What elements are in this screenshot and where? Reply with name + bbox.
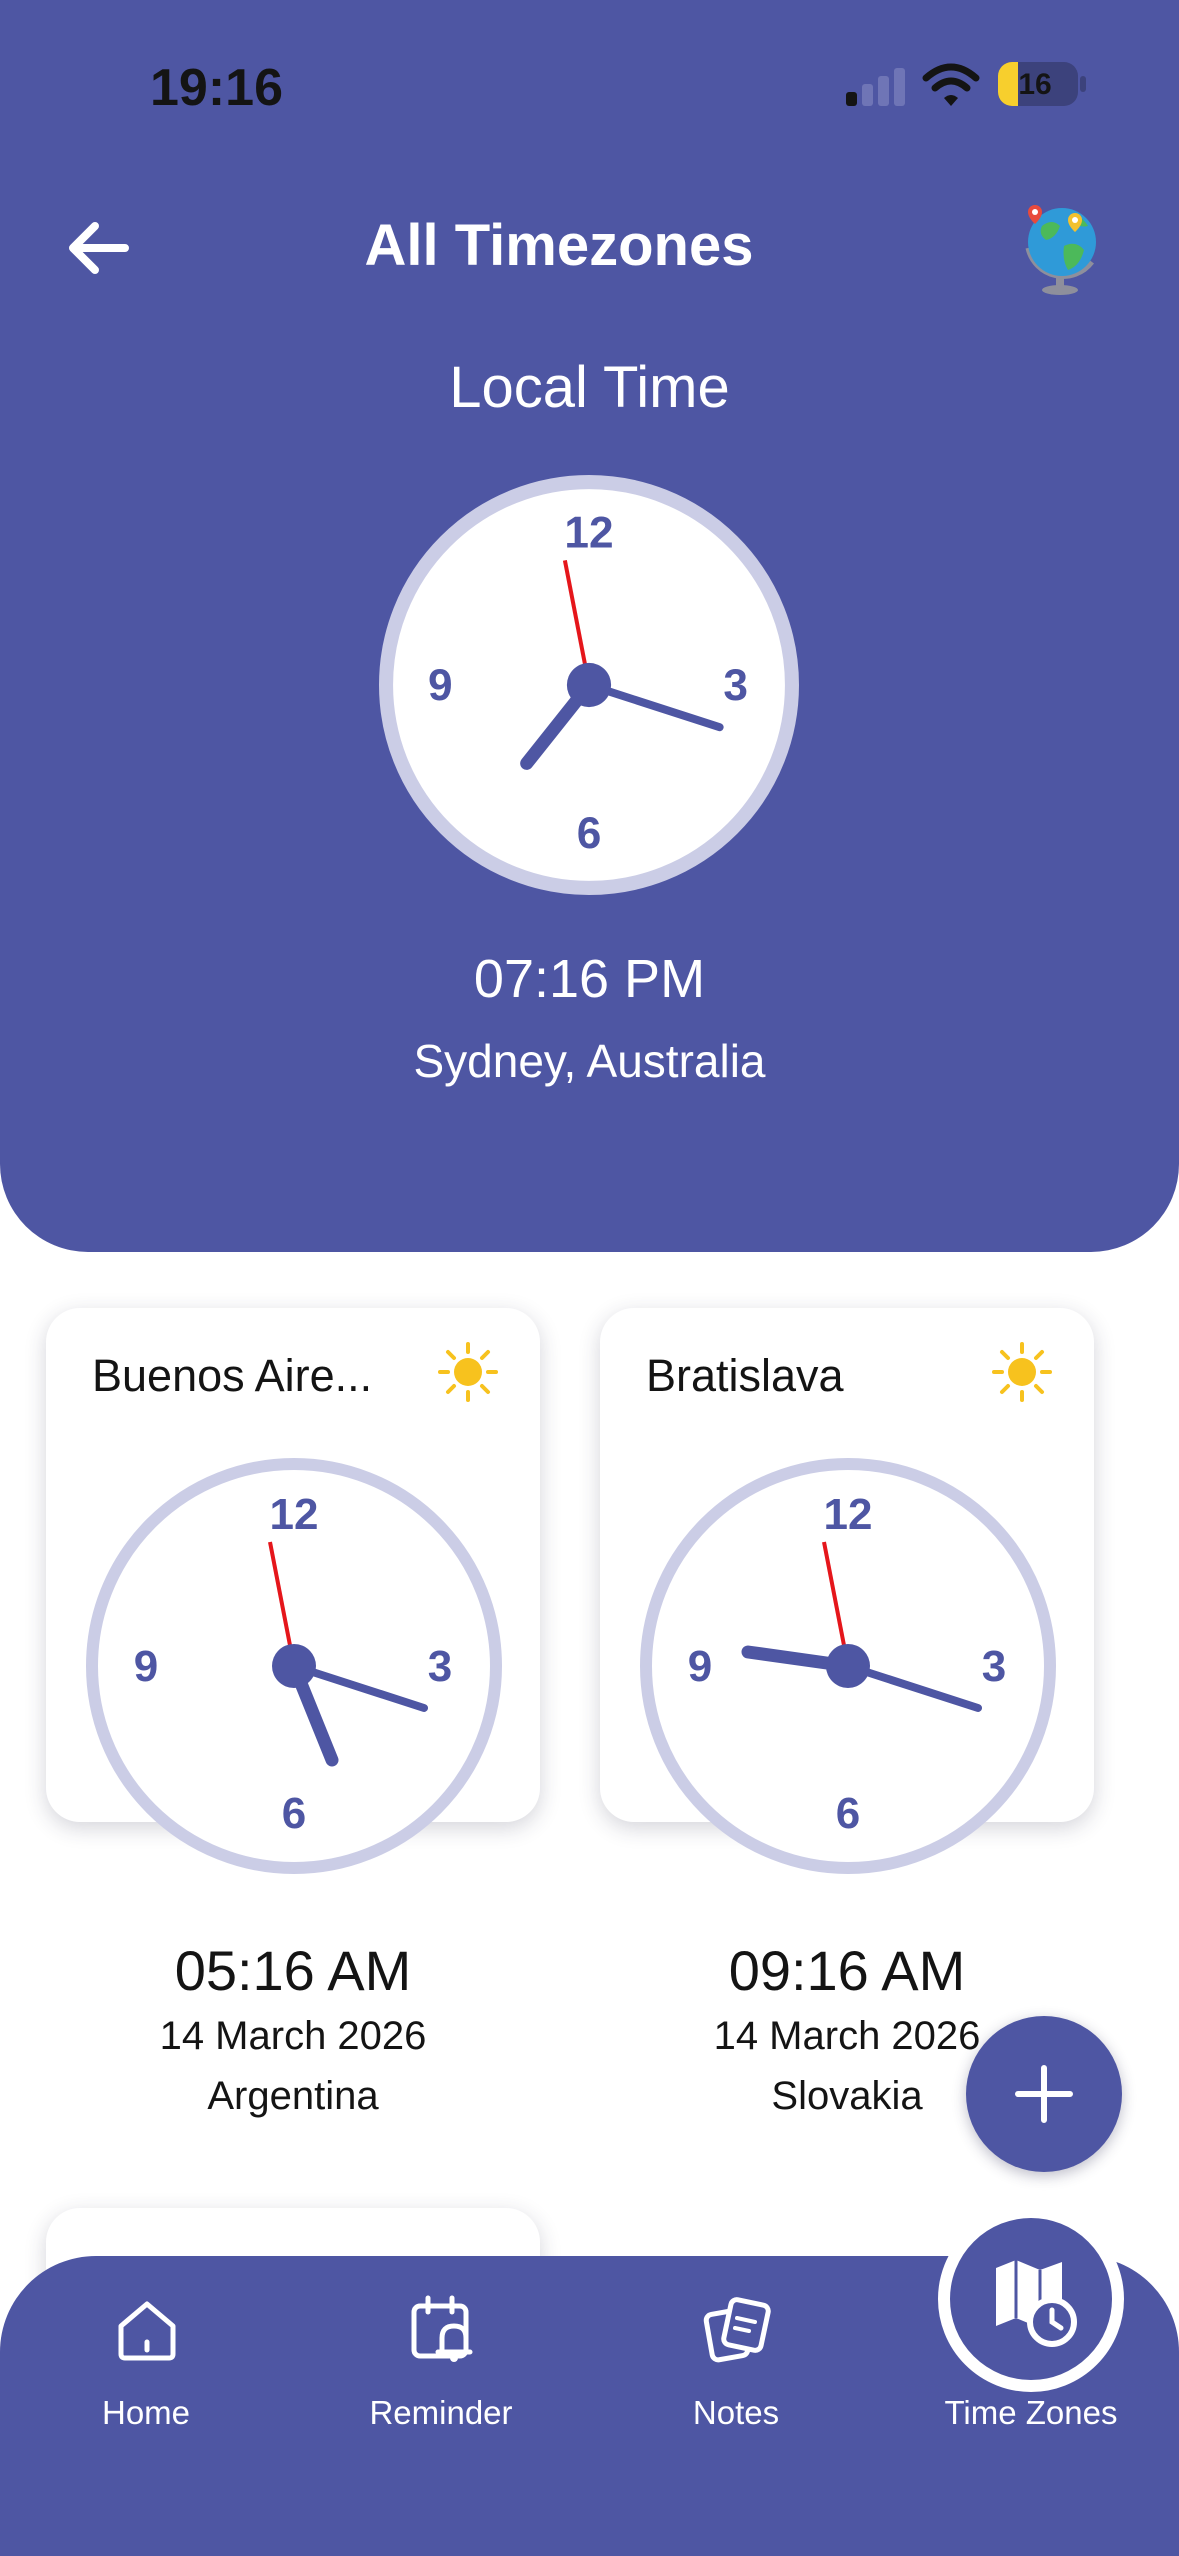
card-time: 05:16 AM <box>174 1939 412 2002</box>
clock-number-6: 6 <box>282 1789 306 1838</box>
battery-indicator: 16 <box>998 62 1078 106</box>
local-analog-clock: 12 3 6 9 <box>379 475 799 895</box>
globe-icon <box>1025 205 1096 295</box>
card-time: 09:16 AM <box>728 1939 966 2002</box>
clock-number-12: 12 <box>824 1490 873 1539</box>
nav-time-zones[interactable]: Time Zones <box>916 2294 1146 2444</box>
notes-icon <box>703 2297 771 2363</box>
clock-number-3: 3 <box>428 1642 452 1691</box>
sun-icon <box>438 1342 498 1402</box>
sun-icon <box>992 1342 1052 1402</box>
clock-number-12: 12 <box>564 508 613 557</box>
timezones-screen: 19:16 16 All Timezones Local Time 12 3 6… <box>0 0 1179 2556</box>
clock-number-3: 3 <box>723 661 748 710</box>
nav-label: Home <box>101 2394 191 2431</box>
plus-icon <box>1015 2065 1073 2123</box>
card-analog-clock: 12 3 6 9 <box>86 1458 502 1874</box>
card-date: 14 March 2026 <box>159 2014 427 2058</box>
clock-number-6: 6 <box>577 809 602 858</box>
nav-notes[interactable]: Notes <box>621 2294 851 2444</box>
local-time-label: Local Time <box>449 355 730 420</box>
wifi-icon <box>922 63 980 106</box>
clock-number-12: 12 <box>270 1490 319 1539</box>
globe-button[interactable] <box>1006 190 1116 300</box>
battery-tip <box>1080 76 1086 92</box>
cellular-signal-icon <box>846 66 908 106</box>
local-digital-time: 07:16 PM <box>473 949 706 1009</box>
nav-label: Reminder <box>369 2394 513 2431</box>
nav-label: Time Zones <box>944 2394 1118 2431</box>
clock-center <box>826 1644 870 1688</box>
status-time: 19:16 <box>150 59 283 117</box>
battery-percent: 16 <box>1018 68 1052 101</box>
nav-reminder[interactable]: Reminder <box>326 2294 556 2444</box>
timezone-card[interactable]: Buenos Aire... 12 3 6 9 05:16 AM 14 Marc… <box>46 1308 540 2118</box>
card-country: Argentina <box>207 2074 379 2118</box>
nav-home[interactable]: Home <box>31 2294 261 2444</box>
add-timezone-button[interactable] <box>966 2016 1122 2172</box>
clock-center <box>272 1644 316 1688</box>
clock-center <box>566 662 612 708</box>
card-city: Buenos Aire... <box>92 1350 373 1401</box>
local-location: Sydney, Australia <box>413 1035 766 1087</box>
clock-number-6: 6 <box>836 1789 860 1838</box>
page-title: All Timezones <box>364 213 754 278</box>
clock-number-9: 9 <box>688 1642 712 1691</box>
clock-number-9: 9 <box>134 1642 158 1691</box>
calendar-bell-icon <box>411 2295 473 2362</box>
nav-label: Notes <box>692 2394 780 2431</box>
clock-number-3: 3 <box>982 1642 1006 1691</box>
clock-number-9: 9 <box>428 661 453 710</box>
card-city: Bratislava <box>646 1350 844 1401</box>
card-analog-clock: 12 3 6 9 <box>640 1458 1056 1874</box>
timezone-card[interactable]: Bratislava 12 3 6 9 09:16 AM 14 March 20… <box>600 1308 1094 2118</box>
home-icon <box>118 2301 176 2361</box>
